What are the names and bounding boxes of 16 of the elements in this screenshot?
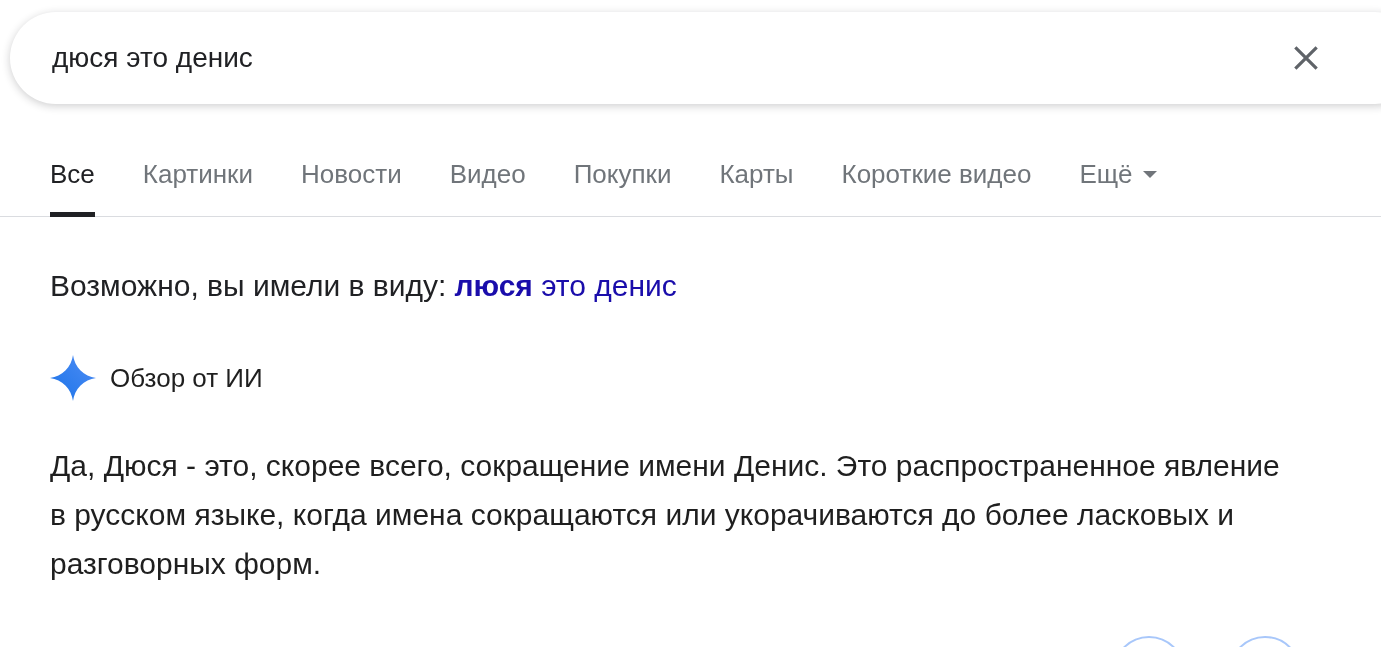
tab[interactable]: Короткие видео bbox=[841, 159, 1032, 217]
tab[interactable]: Покупки bbox=[573, 159, 672, 217]
ai-overview-text: Да, Дюся - это, скорее всего, сокращение имени Денис. Это распространенное явление в русском языке, когда имена сокращаются или укорачиваются до более ласковых и разговорных форм. bbox=[50, 448, 1281, 582]
suggestion-link[interactable]: люся это денис bbox=[454, 269, 677, 303]
tab[interactable]: Новости bbox=[301, 159, 402, 217]
caret-icon bbox=[1142, 170, 1157, 179]
tab[interactable]: Карты bbox=[719, 159, 794, 217]
tab[interactable]: Все bbox=[50, 159, 95, 217]
search-field[interactable]: дюся это денис bbox=[52, 42, 1286, 74]
tab[interactable]: Картинки bbox=[142, 159, 253, 217]
suggestion-label: Возможно, вы имели в виду: bbox=[50, 269, 447, 303]
sparkle-icon bbox=[50, 355, 96, 401]
tab[interactable]: Видео bbox=[449, 159, 526, 217]
ai-overview-title: Обзор от ИИ bbox=[110, 362, 263, 394]
tab[interactable]: Ещё bbox=[1079, 159, 1157, 217]
search-bar[interactable]: дюся это денис bbox=[10, 12, 1381, 104]
